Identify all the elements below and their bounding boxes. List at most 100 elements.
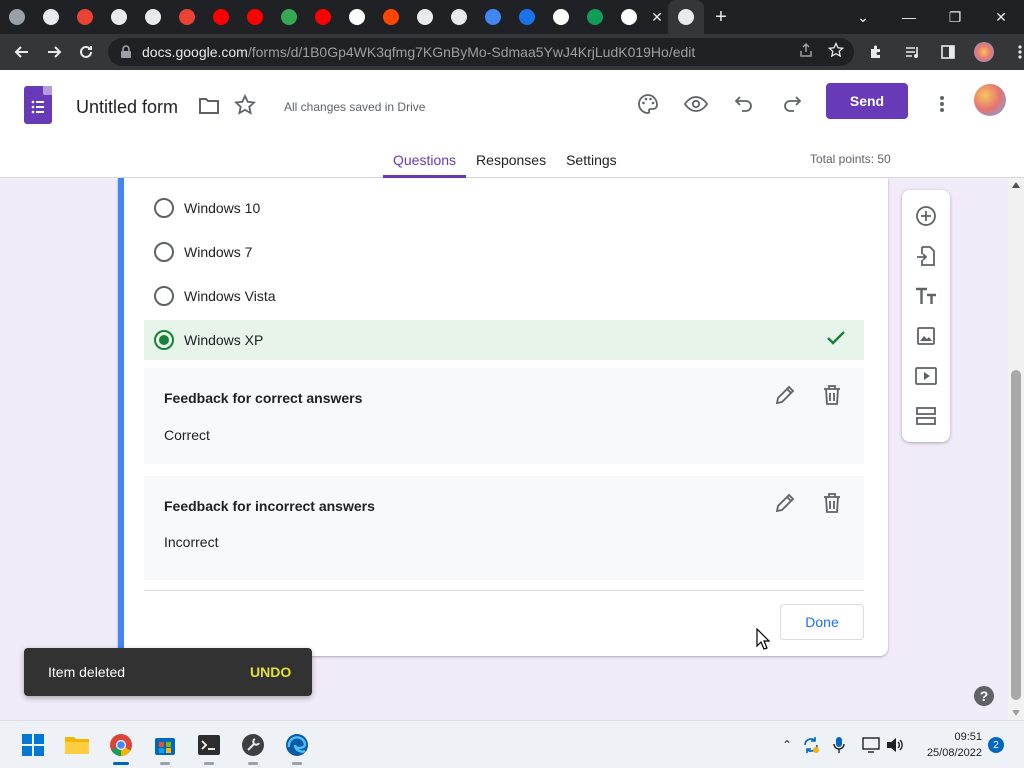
send-button[interactable]: Send bbox=[826, 83, 908, 119]
option-row[interactable]: Windows 10 bbox=[144, 188, 864, 228]
add-question-button[interactable] bbox=[914, 204, 938, 228]
add-image-button[interactable] bbox=[914, 324, 938, 348]
extensions-button[interactable] bbox=[860, 36, 892, 68]
address-bar[interactable]: docs.google.com/forms/d/1B0Gp4WK3qfmg7KG… bbox=[108, 38, 854, 66]
correct-option-row[interactable]: Windows XP bbox=[144, 320, 864, 360]
browser-tab[interactable] bbox=[34, 0, 68, 34]
start-button[interactable] bbox=[19, 731, 47, 759]
running-indicator bbox=[204, 762, 214, 765]
browser-tab[interactable] bbox=[408, 0, 442, 34]
browser-tab[interactable] bbox=[668, 0, 704, 34]
tray-overflow-chevron-icon[interactable]: ⌃ bbox=[777, 735, 797, 755]
browser-tab[interactable] bbox=[0, 0, 34, 34]
bookmark-star-icon[interactable] bbox=[828, 42, 844, 58]
browser-tab[interactable] bbox=[476, 0, 510, 34]
add-title-button[interactable] bbox=[914, 284, 938, 308]
pencil-icon[interactable] bbox=[774, 384, 796, 406]
browser-tab-strip: ✕ + ⌄ — ❐ ✕ bbox=[0, 0, 1024, 34]
close-window-button[interactable]: ✕ bbox=[978, 0, 1024, 34]
window-controls: ⌄ — ❐ ✕ bbox=[840, 0, 1024, 34]
browser-tab[interactable] bbox=[578, 0, 612, 34]
scroll-down-arrow-icon[interactable] bbox=[1012, 710, 1020, 716]
trash-icon[interactable] bbox=[822, 384, 842, 406]
file-explorer-app[interactable] bbox=[63, 731, 91, 759]
radio-button-selected[interactable] bbox=[154, 330, 174, 350]
side-panel-button[interactable] bbox=[932, 36, 964, 68]
undo-action-button[interactable]: UNDO bbox=[250, 664, 291, 680]
profile-button[interactable] bbox=[968, 36, 1000, 68]
scroll-thumb[interactable] bbox=[1011, 370, 1021, 700]
account-avatar[interactable] bbox=[974, 84, 1006, 116]
tab-search-button[interactable]: ⌄ bbox=[840, 0, 886, 34]
taskbar-clock[interactable]: 09:51 25/08/2022 bbox=[912, 729, 982, 761]
close-tab-icon[interactable]: ✕ bbox=[646, 0, 668, 34]
folder-icon[interactable] bbox=[198, 96, 220, 116]
browser-tab[interactable] bbox=[442, 0, 476, 34]
back-button[interactable] bbox=[6, 36, 38, 68]
preview-button[interactable] bbox=[680, 88, 712, 120]
browser-tab[interactable] bbox=[204, 0, 238, 34]
browser-tab[interactable] bbox=[544, 0, 578, 34]
video-icon bbox=[915, 367, 937, 385]
browser-tab[interactable] bbox=[136, 0, 170, 34]
browser-tab[interactable] bbox=[510, 0, 544, 34]
undo-icon bbox=[734, 96, 752, 112]
trash-icon[interactable] bbox=[822, 492, 842, 514]
browser-tab[interactable] bbox=[272, 0, 306, 34]
restore-button[interactable]: ❐ bbox=[932, 0, 978, 34]
floating-toolbar bbox=[902, 190, 950, 442]
add-section-button[interactable] bbox=[914, 404, 938, 428]
forms-logo-icon[interactable] bbox=[24, 86, 52, 124]
palette-icon bbox=[638, 94, 658, 114]
microphone-icon[interactable] bbox=[829, 735, 849, 755]
edge-app[interactable] bbox=[283, 731, 311, 765]
chrome-app[interactable] bbox=[107, 731, 135, 765]
browser-tab[interactable] bbox=[374, 0, 408, 34]
store-app[interactable] bbox=[151, 731, 179, 765]
browser-tab[interactable] bbox=[238, 0, 272, 34]
forward-button[interactable] bbox=[38, 36, 70, 68]
redo-button[interactable] bbox=[776, 88, 808, 120]
network-icon[interactable] bbox=[861, 735, 881, 755]
browser-tab[interactable] bbox=[340, 0, 374, 34]
chrome-menu-button[interactable] bbox=[1004, 36, 1024, 68]
terminal-app[interactable] bbox=[195, 731, 223, 765]
reload-button[interactable] bbox=[70, 36, 102, 68]
notification-badge[interactable]: 2 bbox=[988, 737, 1004, 753]
more-options-button[interactable] bbox=[926, 88, 958, 120]
chrome-icon bbox=[111, 9, 127, 25]
clock-time: 09:51 bbox=[954, 731, 982, 743]
tab-settings[interactable]: Settings bbox=[556, 140, 627, 178]
volume-icon[interactable] bbox=[885, 735, 905, 755]
page-scrollbar[interactable] bbox=[1008, 178, 1024, 720]
new-tab-button[interactable]: + bbox=[704, 0, 738, 34]
customize-theme-button[interactable] bbox=[632, 88, 664, 120]
scroll-up-arrow-icon[interactable] bbox=[1012, 182, 1020, 188]
minimize-button[interactable]: — bbox=[886, 0, 932, 34]
radio-button[interactable] bbox=[154, 198, 174, 218]
browser-tab[interactable] bbox=[170, 0, 204, 34]
import-questions-button[interactable] bbox=[914, 244, 938, 268]
share-icon[interactable] bbox=[798, 42, 814, 58]
radio-button[interactable] bbox=[154, 242, 174, 262]
browser-tab[interactable] bbox=[68, 0, 102, 34]
add-video-button[interactable] bbox=[914, 364, 938, 388]
help-button[interactable]: ? bbox=[974, 686, 994, 706]
link-icon bbox=[519, 9, 535, 25]
option-row[interactable]: Windows 7 bbox=[144, 232, 864, 272]
settings-tool-app[interactable] bbox=[239, 731, 267, 765]
star-icon[interactable] bbox=[234, 94, 256, 116]
media-button[interactable] bbox=[896, 36, 928, 68]
undo-button[interactable] bbox=[728, 88, 760, 120]
pencil-icon[interactable] bbox=[774, 492, 796, 514]
browser-tab[interactable] bbox=[306, 0, 340, 34]
browser-tab[interactable] bbox=[612, 0, 646, 34]
option-row[interactable]: Windows Vista bbox=[144, 276, 864, 316]
radio-button[interactable] bbox=[154, 286, 174, 306]
browser-tab[interactable] bbox=[102, 0, 136, 34]
sync-icon[interactable] bbox=[801, 735, 821, 755]
tab-responses[interactable]: Responses bbox=[466, 140, 556, 178]
tab-questions[interactable]: Questions bbox=[383, 140, 467, 178]
done-button[interactable]: Done bbox=[780, 604, 864, 640]
form-title[interactable]: Untitled form bbox=[76, 97, 178, 118]
